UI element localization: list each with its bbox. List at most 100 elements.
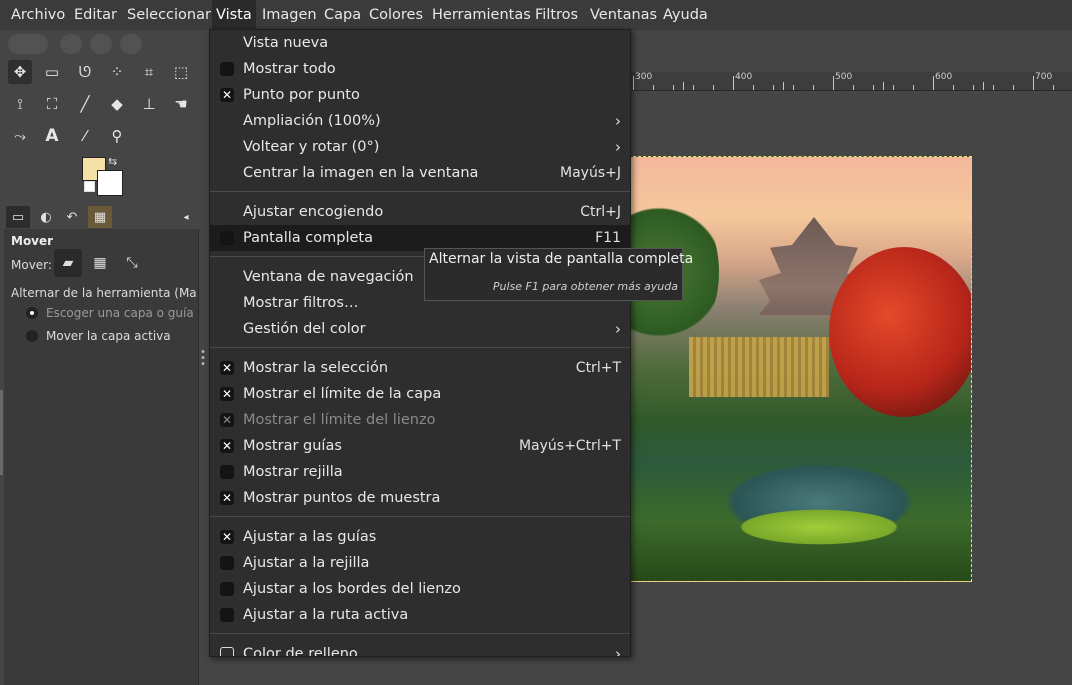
submenu-arrow-icon: ›: [615, 112, 621, 130]
menu-item-label: Mostrar el límite de la capa: [243, 386, 442, 402]
tab-device-status-icon[interactable]: ◐: [34, 206, 58, 228]
clone-icon[interactable]: ⊥: [137, 92, 161, 116]
menu-item-centrar-imagen[interactable]: Centrar la imagen en la ventana Mayús+J: [210, 160, 630, 186]
checkbox-unchecked-icon: [220, 465, 234, 479]
zoom-icon[interactable]: ⚲: [105, 124, 129, 148]
text-icon[interactable]: A: [40, 124, 64, 148]
menu-item-ajustar-encogiendo[interactable]: Ajustar encogiendo Ctrl+J: [210, 199, 630, 225]
ruler-label: 400: [735, 72, 753, 82]
checkbox-unchecked-icon: [220, 231, 234, 245]
paths-icon[interactable]: ⤳: [8, 124, 32, 148]
tooltip: Alternar la vista de pantalla completa P…: [424, 248, 693, 301]
warp-transform-icon[interactable]: ⟟: [8, 92, 32, 116]
checkbox-unchecked-icon: [220, 62, 234, 76]
menu-item-label: Gestión del color: [243, 321, 366, 337]
menu-item-vista-nueva[interactable]: Vista nueva: [210, 30, 630, 56]
menu-item-mostrar-todo[interactable]: Mostrar todo: [210, 56, 630, 82]
checkbox-checked-icon: ✕: [220, 491, 234, 505]
fuzzy-select-icon[interactable]: ⁘: [105, 60, 129, 84]
wilber-logo: [0, 30, 207, 56]
unified-transform-icon[interactable]: ⬚: [169, 60, 193, 84]
menu-item-ampliacion[interactable]: Ampliación (100%) ›: [210, 108, 630, 134]
menu-editar[interactable]: Editar: [70, 0, 121, 30]
swap-colors-icon[interactable]: ⇆: [108, 155, 117, 168]
menu-item-label: Voltear y rotar (0°): [243, 139, 380, 155]
reset-colors-icon[interactable]: [84, 181, 95, 192]
pick-layer-label: Escoger una capa o guía: [46, 306, 194, 320]
move-layer-mode-icon[interactable]: ▰: [54, 249, 82, 277]
menu-item-ajustar-ruta-activa[interactable]: Ajustar a la ruta activa: [210, 602, 630, 628]
checkbox-checked-icon: ✕: [220, 439, 234, 453]
canvas-image[interactable]: [628, 156, 972, 582]
horizontal-ruler[interactable]: 300 400 500 600 700: [628, 72, 1072, 91]
menu-item-shortcut: Ctrl+T: [575, 360, 621, 376]
move-active-layer-radio[interactable]: [26, 330, 38, 342]
menu-item-voltear-rotar[interactable]: Voltear y rotar (0°) ›: [210, 134, 630, 160]
toolbox: ✥ ▭ ᘎ ⁘ ⌗ ⬚ ⟟ ⛶ ╱ ◆ ⊥ ☚ ⤳ A ⁄ ⚲ ⇆ ▭ ◐ ↶ …: [0, 30, 207, 685]
paintbrush-icon[interactable]: ╱: [73, 92, 97, 116]
move-active-layer-label: Mover la capa activa: [46, 329, 171, 343]
menu-ventanas[interactable]: Ventanas: [586, 0, 661, 30]
menu-item-label: Pantalla completa: [243, 230, 373, 246]
checkbox-checked-icon: ✕: [220, 361, 234, 375]
submenu-arrow-icon: ›: [615, 138, 621, 156]
menu-archivo[interactable]: Archivo: [7, 0, 69, 30]
smudge-icon[interactable]: ☚: [169, 92, 193, 116]
lasso-icon[interactable]: ᘎ: [73, 60, 97, 84]
menu-item-mostrar-guias[interactable]: ✕ Mostrar guías Mayús+Ctrl+T: [210, 433, 630, 459]
move-path-mode-icon[interactable]: ⤡: [118, 249, 146, 277]
crop-icon[interactable]: ⌗: [137, 60, 161, 84]
checkbox-checked-icon: ✕: [220, 88, 234, 102]
tool-options-title: Mover: [11, 234, 54, 248]
pick-layer-radio[interactable]: [26, 307, 38, 319]
menu-item-punto-por-punto[interactable]: ✕ Punto por punto: [210, 82, 630, 108]
move-tool-icon[interactable]: ✥: [8, 60, 32, 84]
menu-item-label: Ajustar a la ruta activa: [243, 607, 409, 623]
checkbox-unchecked-icon: [220, 608, 234, 622]
menu-ayuda[interactable]: Ayuda: [659, 0, 712, 30]
menu-vista[interactable]: Vista: [212, 0, 256, 30]
menu-item-ajustar-rejilla[interactable]: Ajustar a la rejilla: [210, 550, 630, 576]
background-color-swatch[interactable]: [97, 170, 123, 196]
menu-capa[interactable]: Capa: [320, 0, 365, 30]
menu-item-label: Mostrar rejilla: [243, 464, 343, 480]
tab-tool-options-icon[interactable]: ▭: [6, 206, 30, 228]
menubar: Archivo Editar Seleccionar Vista Imagen …: [0, 0, 1072, 31]
menu-item-ajustar-bordes-lienzo[interactable]: Ajustar a los bordes del lienzo: [210, 576, 630, 602]
rect-select-icon[interactable]: ▭: [40, 60, 64, 84]
checkbox-checked-icon: ✕: [220, 387, 234, 401]
mover-mode-label: Mover:: [11, 258, 52, 272]
bucket-fill-icon[interactable]: ⛶: [40, 92, 64, 116]
submenu-arrow-icon: ›: [615, 320, 621, 338]
menu-filtros[interactable]: Filtros: [531, 0, 582, 30]
color-picker-icon[interactable]: ⁄: [73, 124, 97, 148]
menu-item-gestion-color[interactable]: Gestión del color ›: [210, 316, 630, 342]
tool-toggle-label: Alternar de la herramienta (Mayú: [11, 286, 197, 300]
eraser-icon[interactable]: ◆: [105, 92, 129, 116]
tooltip-help: Pulse F1 para obtener más ayuda: [492, 280, 678, 293]
move-selection-mode-icon[interactable]: ▦: [86, 249, 114, 277]
ruler-label: 700: [1035, 72, 1053, 82]
menu-imagen[interactable]: Imagen: [258, 0, 321, 30]
menu-item-mostrar-rejilla[interactable]: Mostrar rejilla: [210, 459, 630, 485]
menu-seleccionar[interactable]: Seleccionar: [123, 0, 215, 30]
menu-colores[interactable]: Colores: [365, 0, 427, 30]
tab-undo-history-icon[interactable]: ↶: [60, 206, 84, 228]
menu-item-shortcut: Mayús+Ctrl+T: [518, 438, 621, 454]
menu-item-mostrar-seleccion[interactable]: ✕ Mostrar la selección Ctrl+T: [210, 355, 630, 381]
tab-images-icon[interactable]: ▦: [88, 206, 112, 228]
menu-item-limite-capa[interactable]: ✕ Mostrar el límite de la capa: [210, 381, 630, 407]
ruler-label: 300: [635, 72, 653, 82]
menu-item-puntos-muestra[interactable]: ✕ Mostrar puntos de muestra: [210, 485, 630, 511]
view-menu: Vista nueva Mostrar todo ✕ Punto por pun…: [209, 29, 631, 657]
menu-item-label: Mostrar filtros…: [243, 295, 359, 311]
menu-item-ajustar-guias[interactable]: ✕ Ajustar a las guías: [210, 524, 630, 550]
dock-tabs: ▭ ◐ ↶ ▦ ◂: [4, 206, 199, 228]
image-fence: [689, 337, 829, 397]
dock-menu-icon[interactable]: ◂: [174, 206, 198, 228]
tool-options-panel: Mover Mover: ▰ ▦ ⤡ Alternar de la herram…: [4, 229, 199, 685]
dock-resize-handle[interactable]: • • •: [200, 348, 206, 370]
menu-item-limite-lienzo: ✕ Mostrar el límite del lienzo: [210, 407, 630, 433]
menu-item-label: Centrar la imagen en la ventana: [243, 165, 479, 181]
menu-herramientas[interactable]: Herramientas: [428, 0, 535, 30]
